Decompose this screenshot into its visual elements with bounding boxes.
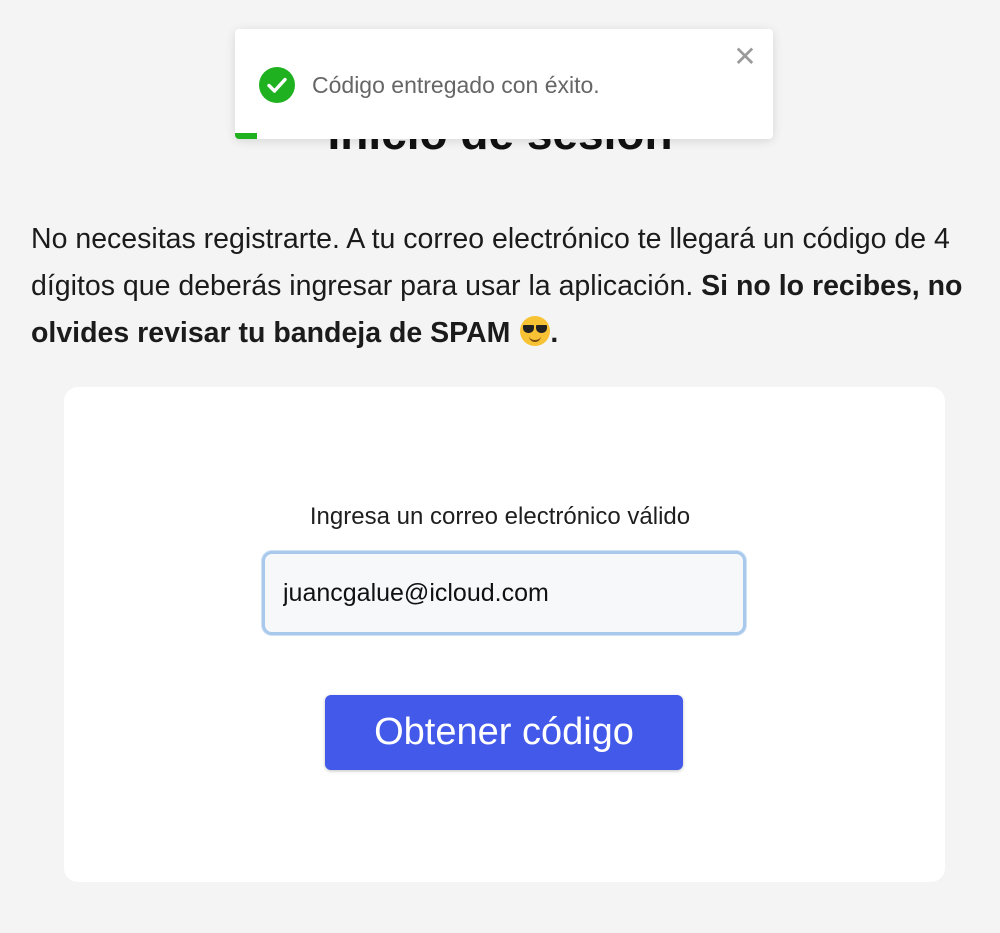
intro-bold-end: . [550,317,559,349]
smiling-face-with-sunglasses-icon [520,316,551,346]
login-page: Inicio de sesión No necesitas registrart… [0,0,1000,933]
check-circle-icon [259,67,295,103]
close-icon[interactable]: ✕ [731,43,759,71]
get-code-button[interactable]: Obtener código [325,695,683,770]
intro-paragraph: No necesitas registrarte. A tu correo el… [31,216,981,357]
email-label: Ingresa un correo electrónico válido [309,503,691,530]
toast-progress-bar [235,133,257,139]
success-toast: Código entregado con éxito. ✕ [235,29,773,139]
toast-message: Código entregado con éxito. [312,72,600,98]
email-input[interactable] [262,551,746,635]
